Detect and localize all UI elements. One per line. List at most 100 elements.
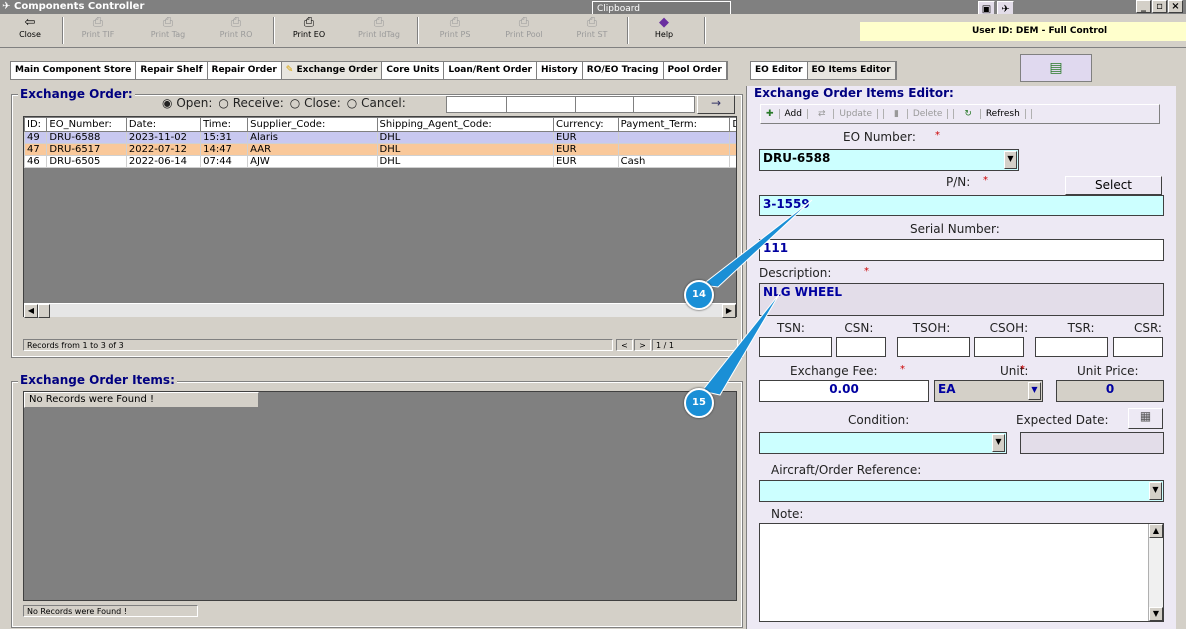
tab-pool-order[interactable]: Pool Order bbox=[663, 62, 727, 79]
column-header[interactable]: Time: bbox=[200, 117, 249, 132]
scroll-down-button[interactable]: ▼ bbox=[1149, 607, 1163, 621]
chevron-down-icon[interactable]: ▼ bbox=[992, 434, 1005, 452]
csoh-field[interactable] bbox=[974, 337, 1024, 357]
callout-15: 15 bbox=[684, 388, 714, 418]
table-cell: DRU-6588 bbox=[46, 131, 127, 144]
add-icon[interactable]: ✚ bbox=[761, 109, 780, 119]
document-icon-button[interactable]: ▤ bbox=[1020, 54, 1092, 82]
chevron-down-icon[interactable]: ▼ bbox=[1028, 382, 1041, 400]
filter-field[interactable] bbox=[576, 97, 635, 112]
column-header[interactable]: ID: bbox=[24, 117, 48, 132]
tsr-field[interactable] bbox=[1035, 337, 1108, 357]
table-row[interactable]: 47 DRU-6517 2022-07-12 14:47 AAR DHL EUR bbox=[24, 143, 736, 156]
filter-field[interactable] bbox=[447, 97, 507, 112]
app-icon: ✈ bbox=[2, 1, 11, 12]
expected-date-label: Expected Date: bbox=[1016, 413, 1109, 427]
select-button[interactable]: Select bbox=[1065, 176, 1162, 195]
table-cell bbox=[617, 143, 731, 156]
update-button[interactable]: ⇄ Update bbox=[808, 109, 884, 119]
filter-field[interactable] bbox=[634, 97, 694, 112]
print-pool-button[interactable]: ⎙ Print Pool bbox=[492, 16, 556, 46]
table-cell: EUR bbox=[552, 131, 619, 144]
tab-main-component-store[interactable]: Main Component Store bbox=[11, 62, 137, 79]
chevron-down-icon[interactable]: ▼ bbox=[1149, 482, 1162, 500]
print-tif-button[interactable]: ⎙ Print TIF bbox=[66, 16, 130, 46]
filter-fields bbox=[446, 96, 695, 113]
print-st-button[interactable]: ⎙ Print ST bbox=[560, 16, 624, 46]
csr-field[interactable] bbox=[1113, 337, 1163, 357]
minimize-button[interactable]: _ bbox=[1136, 0, 1151, 13]
print-idtag-button[interactable]: ⎙ Print IdTag bbox=[347, 16, 411, 46]
callout-14: 14 bbox=[684, 280, 714, 310]
radio-cancel[interactable]: ○ Cancel: bbox=[347, 96, 406, 110]
tab-repair-shelf[interactable]: Repair Shelf bbox=[136, 62, 208, 79]
scroll-up-button[interactable]: ▲ bbox=[1149, 524, 1163, 538]
column-header[interactable]: Shipping_Agent_Code: bbox=[376, 117, 554, 132]
csn-label: CSN: bbox=[844, 321, 874, 335]
scroll-thumb[interactable] bbox=[38, 304, 50, 318]
close-button[interactable]: ⇦ Close bbox=[8, 16, 52, 46]
eo-number-select[interactable]: DRU-6588 ▼ bbox=[759, 149, 1019, 171]
radio-close[interactable]: ○ Close: bbox=[290, 96, 341, 110]
printer-icon: ⎙ bbox=[449, 15, 461, 30]
chevron-down-icon[interactable]: ▼ bbox=[1004, 151, 1017, 169]
printer-icon: ⎙ bbox=[518, 15, 530, 30]
window-title: Components Controller bbox=[14, 1, 145, 12]
reference-select[interactable]: ▼ bbox=[759, 480, 1164, 502]
next-page-button[interactable]: > bbox=[634, 339, 651, 351]
filter-field[interactable] bbox=[507, 97, 577, 112]
delete-button[interactable]: ▮ Delete bbox=[884, 109, 955, 119]
print-eo-button[interactable]: ⎙ Print EO bbox=[277, 16, 341, 46]
radio-receive[interactable]: ○ Receive: bbox=[218, 96, 283, 110]
csn-field[interactable] bbox=[836, 337, 886, 357]
note-scrollbar[interactable]: ▲ ▼ bbox=[1148, 524, 1163, 621]
tab-eo-editor[interactable]: EO Editor bbox=[751, 62, 808, 79]
tab-repair-order[interactable]: Repair Order bbox=[207, 62, 282, 79]
module-tabs: Main Component Store Repair Shelf Repair… bbox=[10, 61, 728, 80]
help-button[interactable]: ◆ Help bbox=[632, 16, 696, 46]
column-header[interactable]: De bbox=[729, 117, 736, 132]
tab-loan-rent-order[interactable]: Loan/Rent Order bbox=[444, 62, 537, 79]
note-field[interactable]: ▲ ▼ bbox=[759, 523, 1164, 622]
column-header[interactable]: Currency: bbox=[552, 117, 619, 132]
tab-exchange-order[interactable]: ✎ Exchange Order bbox=[281, 62, 383, 79]
tab-core-units[interactable]: Core Units bbox=[382, 62, 445, 79]
tab-eo-items-editor[interactable]: EO Items Editor bbox=[807, 62, 896, 79]
add-button[interactable]: Add bbox=[780, 109, 808, 119]
help-icon: ◆ bbox=[659, 15, 669, 30]
refresh-button[interactable]: ↻ Refresh bbox=[954, 109, 1032, 119]
condition-select[interactable]: ▼ bbox=[759, 432, 1007, 454]
unit-select[interactable]: EA ▼ bbox=[934, 380, 1043, 402]
go-button[interactable]: → bbox=[697, 95, 735, 114]
table-cell: Cash bbox=[617, 155, 731, 168]
exchange-order-title: Exchange Order: bbox=[18, 87, 135, 101]
table-row[interactable]: 49 DRU-6588 2023-11-02 15:31 Alaris DHL EUR bbox=[24, 131, 736, 144]
expected-date-field[interactable] bbox=[1020, 432, 1164, 454]
scroll-left-button[interactable]: ◀ bbox=[24, 304, 38, 318]
print-ro-button[interactable]: ⎙ Print RO bbox=[204, 16, 268, 46]
folder-edit-icon: ✎ bbox=[285, 65, 297, 75]
table-row[interactable]: 46 DRU-6505 2022-06-14 07:44 AJW DHL EUR Cash bbox=[24, 155, 736, 168]
prev-page-button[interactable]: < bbox=[616, 339, 633, 351]
user-info: User ID: DEM - Full Control bbox=[860, 22, 1186, 41]
close-window-button[interactable]: × bbox=[1168, 0, 1183, 13]
tab-history[interactable]: History bbox=[537, 62, 583, 79]
required-mark: * bbox=[1020, 364, 1025, 375]
column-header[interactable]: EO_Number: bbox=[46, 117, 127, 132]
print-ps-button[interactable]: ⎙ Print PS bbox=[423, 16, 487, 46]
tsoh-field[interactable] bbox=[897, 337, 970, 357]
column-header[interactable]: Date: bbox=[125, 117, 202, 132]
column-header[interactable]: Payment_Term: bbox=[617, 117, 731, 132]
table-cell: DHL bbox=[376, 143, 554, 156]
column-header[interactable]: Supplier_Code: bbox=[247, 117, 378, 132]
serial-label: Serial Number: bbox=[910, 222, 1000, 236]
horizontal-scrollbar[interactable]: ◀ ▶ bbox=[24, 303, 736, 318]
radio-open[interactable]: ◉ Open: bbox=[162, 96, 212, 110]
table-cell: 14:47 bbox=[200, 143, 249, 156]
unit-price-field: 0 bbox=[1056, 380, 1164, 402]
print-tag-button[interactable]: ⎙ Print Tag bbox=[136, 16, 200, 46]
maximize-button[interactable]: ▫ bbox=[1152, 0, 1167, 13]
calendar-button[interactable]: ▦ bbox=[1128, 408, 1163, 429]
callout-pointers bbox=[700, 199, 813, 396]
tab-ro-eo-tracing[interactable]: RO/EO Tracing bbox=[582, 62, 664, 79]
